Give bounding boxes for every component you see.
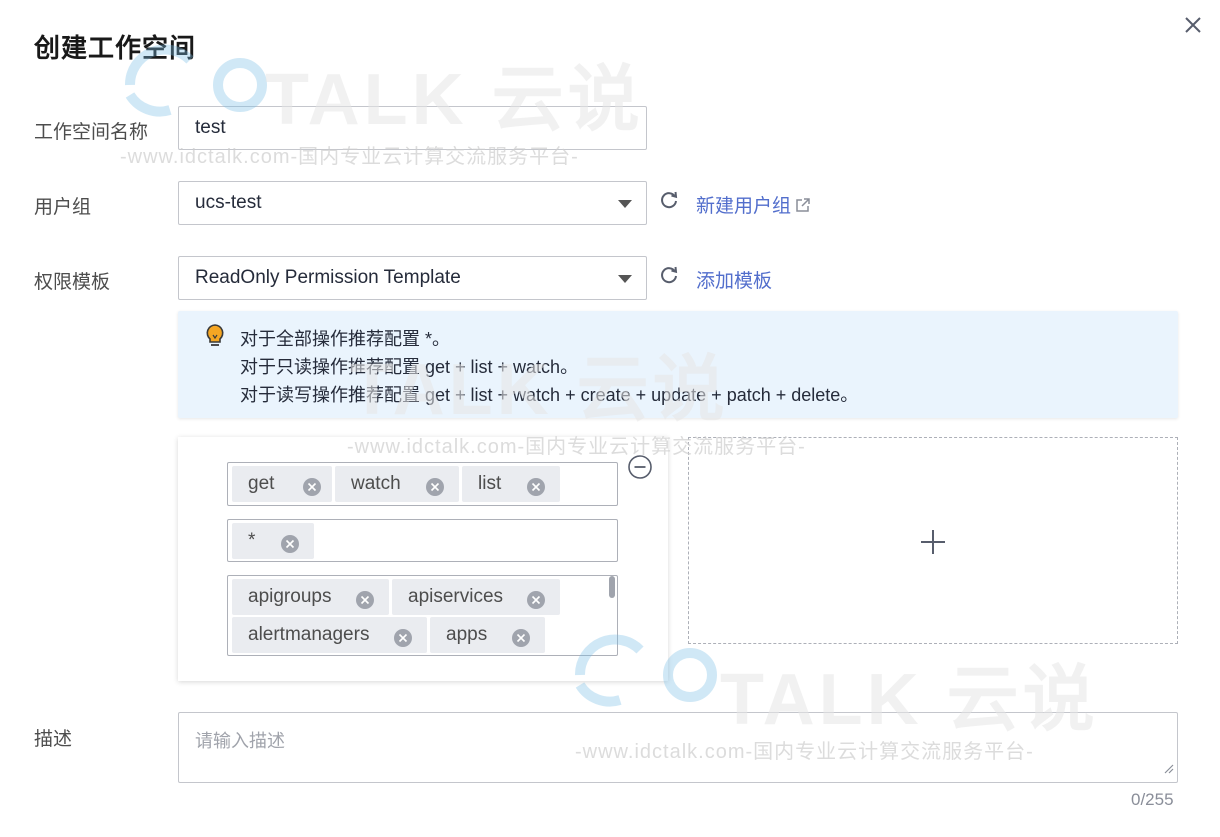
tag-remove-icon[interactable] [393,625,413,647]
minus-circle-icon[interactable] [627,454,653,485]
tag-remove-icon[interactable] [511,625,531,647]
tag-remove-icon[interactable] [425,474,445,496]
tag-label: alertmanagers [248,624,370,645]
tag-label: apigroups [248,586,332,607]
tip-line-readonly: 对于只读操作推荐配置 get + list + watch。 [240,357,579,377]
tip-line-all: 对于全部操作推荐配置 *。 [240,329,451,349]
workspace-name-input[interactable]: test [178,106,647,150]
tag-resource-apiservices: apiservices [392,579,560,615]
add-rule-button[interactable] [688,437,1178,644]
chevron-down-icon [618,275,632,283]
user-group-label: 用户组 [34,197,92,218]
tag-label: apiservices [408,586,504,607]
user-group-select[interactable]: ucs-test [178,181,647,225]
tag-label: watch [351,473,401,494]
tag-api-group-all: * [232,523,314,559]
tip-line-readwrite: 对于读写操作推荐配置 get + list + watch + create +… [240,385,859,405]
tag-verb-list: list [462,466,560,502]
plus-icon [919,528,947,561]
create-user-group-label: 新建用户组 [696,196,792,217]
tag-remove-icon[interactable] [302,474,322,496]
lightbulb-icon [204,323,226,354]
workspace-name-label: 工作空间名称 [34,122,149,143]
resize-handle-icon[interactable] [1162,761,1174,779]
tag-resource-apigroups: apigroups [232,579,389,615]
refresh-icon[interactable] [658,265,680,287]
close-icon[interactable] [1180,12,1206,38]
create-user-group-link[interactable]: 新建用户组 [696,191,811,220]
tag-label: * [248,530,256,551]
external-link-icon [794,197,811,220]
tip-box: 对于全部操作推荐配置 *。 对于只读操作推荐配置 get + list + wa… [178,311,1178,418]
api-groups-tag-input[interactable]: * [227,519,618,562]
permission-template-select[interactable]: ReadOnly Permission Template [178,256,647,300]
description-textarea[interactable]: 请输入描述 [178,712,1178,783]
permission-template-label: 权限模板 [34,272,111,293]
refresh-icon[interactable] [658,190,680,212]
tag-remove-icon[interactable] [526,474,546,496]
tag-label: apps [446,624,488,645]
tag-resource-alertmanagers: alertmanagers [232,617,427,653]
permission-template-value: ReadOnly Permission Template [195,267,461,288]
add-template-link[interactable]: 添加模板 [696,266,772,293]
description-label: 描述 [34,729,73,750]
verbs-tag-input[interactable]: get watch list [227,462,618,506]
tag-resource-apps: apps [430,617,545,653]
tag-verb-watch: watch [335,466,459,502]
character-counter: 0/255 [1131,790,1174,809]
description-placeholder: 请输入描述 [195,731,285,751]
tag-remove-icon[interactable] [526,587,546,609]
resources-scrollbar[interactable] [609,576,615,598]
permission-rule-card: get watch list * apigroups apiservices a… [178,437,668,681]
tag-verb-get: get [232,466,332,502]
chevron-down-icon [618,200,632,208]
dialog-title: 创建工作空间 [34,33,197,63]
tag-label: list [478,473,502,494]
tag-remove-icon[interactable] [280,531,300,553]
tag-label: get [248,473,275,494]
user-group-value: ucs-test [195,192,262,213]
tag-remove-icon[interactable] [355,587,375,609]
resources-tag-input[interactable]: apigroups apiservices alertmanagers apps [227,575,618,656]
